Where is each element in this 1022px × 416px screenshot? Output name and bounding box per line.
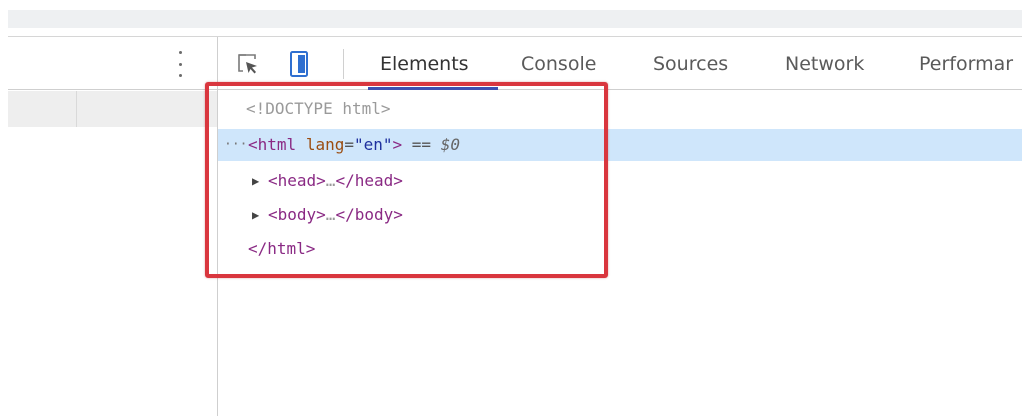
- inspect-element-icon[interactable]: [237, 53, 259, 75]
- tab-network[interactable]: Network: [785, 53, 864, 75]
- red-annotation-box: [205, 82, 608, 278]
- left-toolbar: [8, 37, 217, 90]
- tab-elements[interactable]: Elements: [380, 53, 469, 75]
- tab-sources[interactable]: Sources: [653, 53, 728, 75]
- column-divider: [76, 91, 77, 127]
- toolbar-separator: [343, 49, 344, 79]
- devtools-screenshot: Elements Console Sources Network Perform…: [0, 0, 1022, 416]
- tab-performance[interactable]: Performar: [919, 53, 1013, 75]
- left-header-row: [8, 91, 217, 127]
- device-toolbar-icon[interactable]: [290, 51, 308, 77]
- browser-top-strip: [8, 10, 1022, 28]
- tab-console[interactable]: Console: [521, 53, 596, 75]
- left-pane: [8, 37, 217, 416]
- more-options-icon[interactable]: [175, 51, 185, 77]
